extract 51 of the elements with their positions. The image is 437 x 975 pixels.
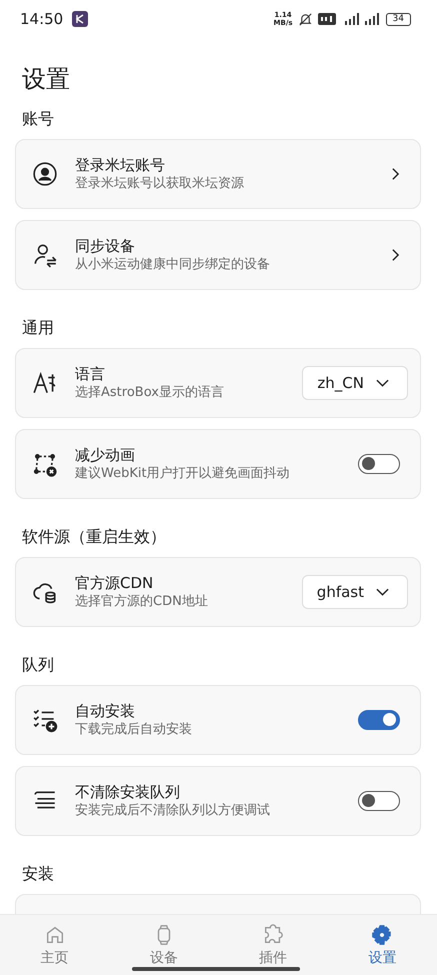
chevron-down-icon bbox=[376, 379, 389, 387]
app-notification-icon bbox=[72, 11, 88, 27]
battery-level: 34 bbox=[386, 12, 411, 26]
setting-title: 不清除安装队列 bbox=[75, 782, 181, 802]
language-icon bbox=[32, 370, 58, 396]
settings-row[interactable]: 官方源CDN 选择官方源的CDN地址 ghfast bbox=[15, 557, 421, 627]
chevron-down-icon bbox=[376, 588, 389, 596]
setting-description: 登录米坛账号以获取米坛资源 bbox=[75, 175, 245, 193]
setting-title: 减少动画 bbox=[75, 445, 136, 465]
setting-title: 登录米坛账号 bbox=[75, 155, 166, 175]
setting-description: 建议WebKit用户打开以避免画面抖动 bbox=[75, 465, 291, 483]
setting-title: 官方源CDN bbox=[75, 573, 154, 593]
muted-bell-icon bbox=[298, 12, 313, 26]
toggle-switch[interactable] bbox=[358, 791, 400, 811]
setting-title: 同步设备 bbox=[75, 236, 136, 256]
setting-description: 选择AstroBox显示的语言 bbox=[75, 384, 225, 402]
setting-title: 自动安装 bbox=[75, 701, 136, 721]
setting-description: 从小米运动健康中同步绑定的设备 bbox=[75, 256, 271, 274]
section-heading: 队列 bbox=[22, 655, 55, 675]
setting-description: 安装完成后不清除队列以方便调试 bbox=[75, 802, 271, 820]
user-circle-icon bbox=[32, 161, 58, 187]
setting-description: 选择官方源的CDN地址 bbox=[75, 593, 209, 611]
settings-row[interactable]: 登录米坛账号 登录米坛账号以获取米坛资源 bbox=[15, 139, 421, 209]
nav-tab[interactable]: 设置 bbox=[352, 924, 412, 966]
settings-row[interactable]: 不清除安装队列 安装完成后不清除队列以方便调试 bbox=[15, 766, 421, 836]
settings-row[interactable]: 语言 选择AstroBox显示的语言 zh_CN bbox=[15, 348, 421, 418]
puzzle-icon bbox=[262, 924, 284, 946]
settings-row[interactable]: 减少动画 建议WebKit用户打开以避免画面抖动 bbox=[15, 429, 421, 499]
nav-tab[interactable]: 插件 bbox=[243, 924, 304, 966]
section-heading: 账号 bbox=[22, 109, 55, 129]
section-heading: 安装 bbox=[22, 864, 55, 884]
settings-row[interactable]: 同步设备 从小米运动健康中同步绑定的设备 bbox=[15, 220, 421, 290]
chevron-right-icon bbox=[391, 167, 400, 181]
section-heading: 通用 bbox=[22, 318, 55, 338]
settings-row[interactable]: 自动安装 下载完成后自动安装 bbox=[15, 685, 421, 755]
gear-icon bbox=[371, 924, 394, 946]
toggle-switch[interactable] bbox=[358, 710, 400, 730]
user-sync-icon bbox=[32, 242, 58, 268]
section-heading: 软件源（重启生效） bbox=[22, 527, 167, 547]
setting-description: 下载完成后自动安装 bbox=[75, 721, 193, 739]
dropdown-select[interactable]: ghfast bbox=[302, 575, 408, 609]
page-title: 设置 bbox=[22, 64, 71, 95]
setting-title: 语言 bbox=[75, 364, 106, 384]
checklist-add-icon bbox=[32, 707, 58, 733]
toggle-switch[interactable] bbox=[358, 454, 400, 474]
dropdown-select[interactable]: zh_CN bbox=[302, 366, 408, 400]
animation-icon bbox=[32, 451, 58, 477]
nav-tab[interactable]: 设备 bbox=[134, 924, 194, 966]
status-time: 14:50 bbox=[20, 10, 64, 28]
nav-tab[interactable]: 主页 bbox=[24, 924, 85, 966]
chevron-right-icon bbox=[391, 248, 400, 262]
